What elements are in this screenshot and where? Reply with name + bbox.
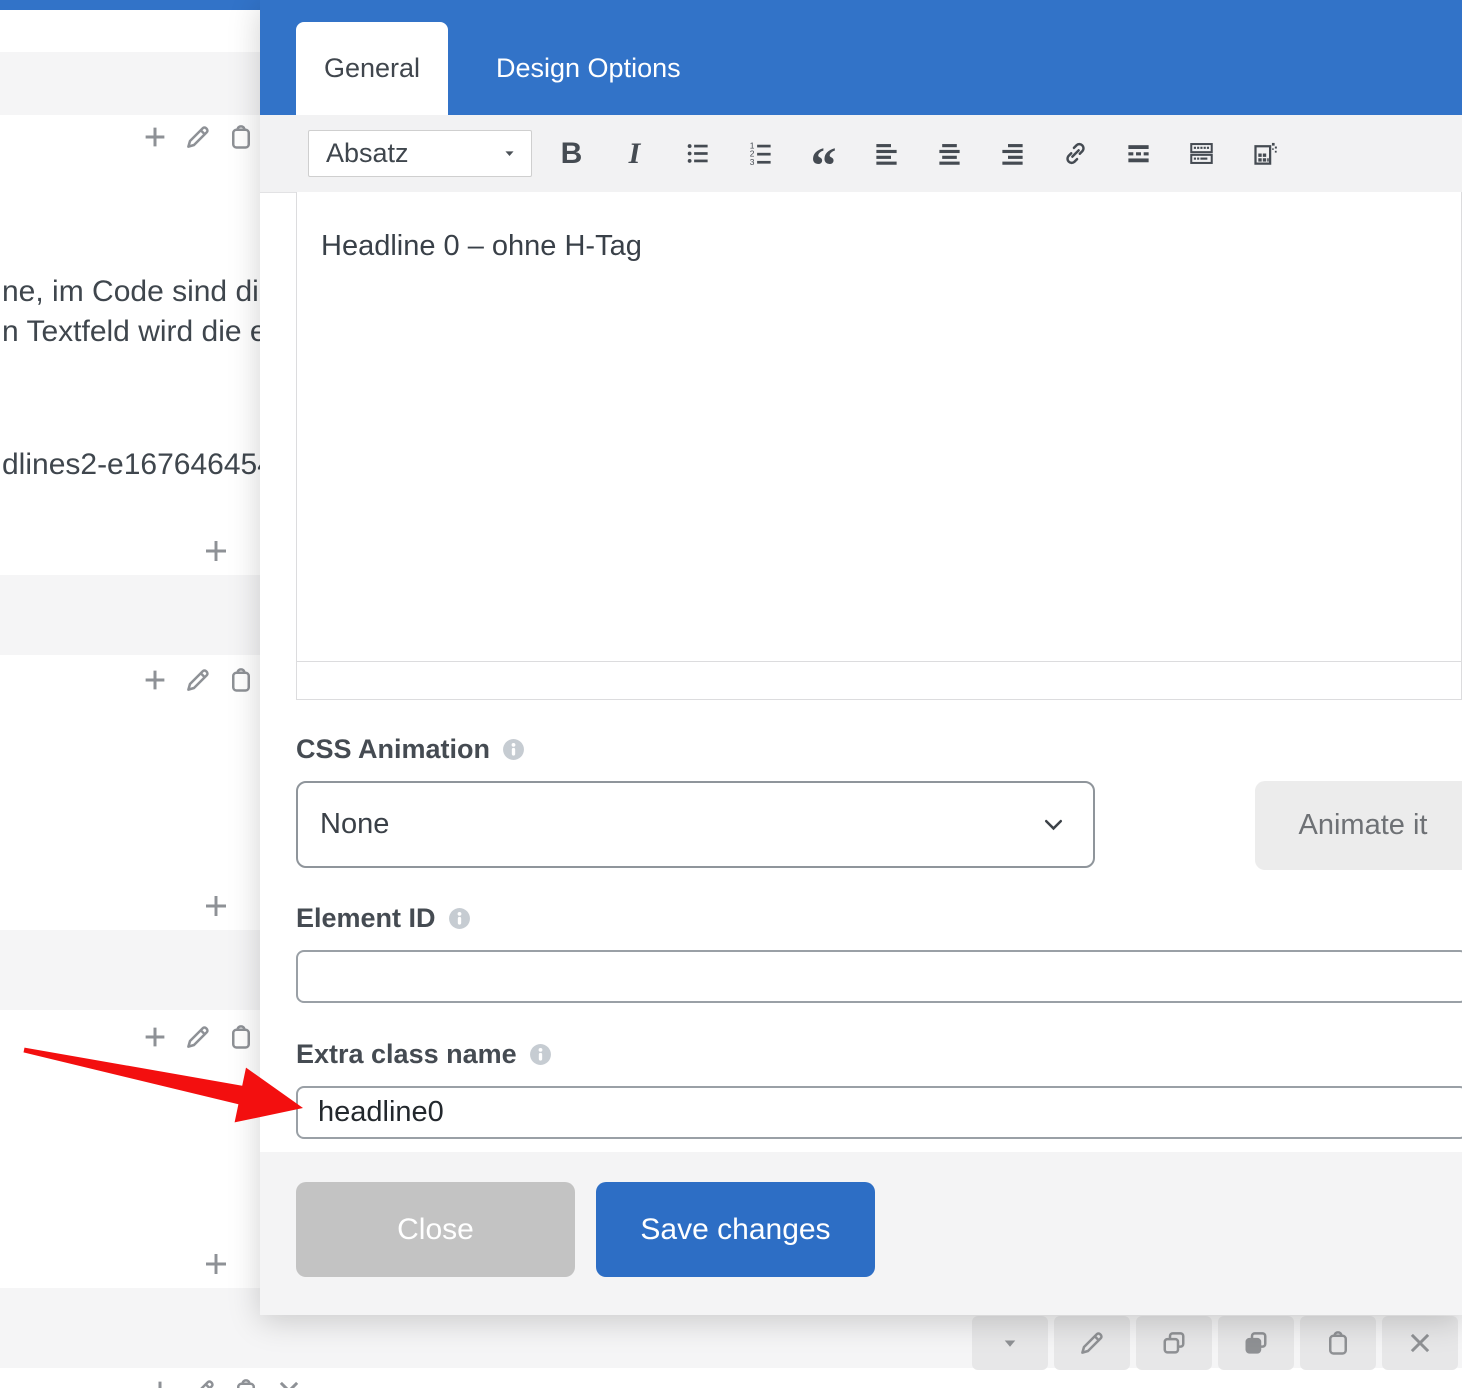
css-animation-label-row: CSS Animation [296,734,525,765]
bullet-list-icon [684,140,711,167]
align-left-button[interactable] [855,115,918,192]
bold-icon: B [561,137,583,171]
link-button[interactable] [1044,115,1107,192]
extra-class-label-row: Extra class name [296,1039,552,1070]
save-changes-button[interactable]: Save changes [596,1182,875,1277]
toolbar-toggle-icon [1188,140,1215,167]
format-dropdown-value: Absatz [326,138,409,169]
align-right-icon [999,140,1026,167]
element-id-label: Element ID [296,903,436,934]
clipboard-icon[interactable] [231,1376,261,1388]
copy-icon [1159,1328,1189,1358]
info-icon[interactable] [448,907,471,930]
element-controls-row [145,1376,304,1388]
bullet-list-button[interactable] [666,115,729,192]
delete-element-button[interactable] [1382,1316,1458,1370]
numbered-list-icon: 123 [747,140,774,167]
clipboard-icon[interactable] [226,665,256,695]
element-id-input[interactable] [296,950,1462,1003]
read-more-button[interactable] [1107,115,1170,192]
editor-status-bar [297,661,1461,699]
css-animation-selected-value: None [320,808,389,841]
element-settings-modal: General Design Options Absatz B I 123 “ [260,0,1462,1315]
caret-down-icon [995,1328,1025,1358]
css-animation-select[interactable]: None [296,781,1095,868]
clone-element-button[interactable] [1218,1316,1294,1370]
pencil-icon [1077,1328,1107,1358]
clipboard-icon[interactable] [226,122,256,152]
align-center-button[interactable] [918,115,981,192]
add-element-icon[interactable] [145,1376,175,1388]
tab-general-label: General [324,53,420,84]
background-top-bar [0,0,262,10]
info-icon[interactable] [529,1043,552,1066]
svg-text:3: 3 [750,157,755,167]
format-dropdown[interactable]: Absatz [308,130,532,177]
extra-class-label: Extra class name [296,1039,517,1070]
close-button[interactable]: Close [296,1182,575,1277]
red-annotation-arrow [18,1038,310,1130]
tab-general[interactable]: General [296,22,448,115]
italic-icon: I [629,137,641,171]
background-band [0,575,262,655]
pencil-icon[interactable] [188,1376,218,1388]
paste-special-button[interactable] [1233,115,1296,192]
blockquote-button[interactable]: “ [792,115,855,192]
add-element-icon[interactable] [200,1248,232,1280]
element-controls-row [140,665,256,695]
caret-down-icon [502,146,517,161]
extra-class-input[interactable] [296,1086,1462,1139]
element-controls-strip [972,1316,1458,1370]
background-band [0,930,262,1010]
add-element-icon[interactable] [200,890,232,922]
clone-icon [1241,1328,1271,1358]
copy-element-button[interactable] [1136,1316,1212,1370]
paste-special-icon [1251,140,1278,167]
chevron-down-icon [1040,811,1067,838]
numbered-list-button[interactable]: 123 [729,115,792,192]
align-left-icon [873,140,900,167]
align-right-button[interactable] [981,115,1044,192]
close-icon[interactable] [274,1376,304,1388]
element-controls-row [140,122,256,152]
clipboard-icon [1323,1328,1353,1358]
pencil-icon[interactable] [183,122,213,152]
tab-design-options-label: Design Options [496,53,681,84]
css-animation-label: CSS Animation [296,734,490,765]
animate-it-button[interactable]: Animate it [1255,781,1462,870]
add-element-icon[interactable] [200,535,232,567]
editor-toolbar: Absatz B I 123 “ [260,115,1462,193]
link-icon [1062,140,1089,167]
rich-text-editor[interactable]: Headline 0 – ohne H-Tag [296,192,1462,700]
toggle-controls-button[interactable] [972,1316,1048,1370]
info-icon[interactable] [502,738,525,761]
pencil-icon[interactable] [183,665,213,695]
modal-header: General Design Options [260,0,1462,115]
editor-content-text[interactable]: Headline 0 – ohne H-Tag [297,192,1461,263]
add-element-icon[interactable] [140,122,170,152]
tab-design-options[interactable]: Design Options [476,22,701,115]
blockquote-icon: “ [811,136,837,172]
align-center-icon [936,140,963,167]
edit-element-button[interactable] [1054,1316,1130,1370]
element-id-label-row: Element ID [296,903,471,934]
close-icon [1405,1328,1435,1358]
toolbar-toggle-button[interactable] [1170,115,1233,192]
screen: ne, im Code sind diese n Textfeld wird d… [0,0,1462,1388]
modal-footer: Close Save changes [260,1152,1462,1315]
italic-button[interactable]: I [603,115,666,192]
background-filename-text: dlines2-e1676464540 [2,448,291,482]
background-band [0,52,262,115]
bold-button[interactable]: B [540,115,603,192]
paste-element-button[interactable] [1300,1316,1376,1370]
read-more-icon [1125,140,1152,167]
background-paragraph-line: n Textfeld wird die ent [2,315,292,349]
add-element-icon[interactable] [140,665,170,695]
